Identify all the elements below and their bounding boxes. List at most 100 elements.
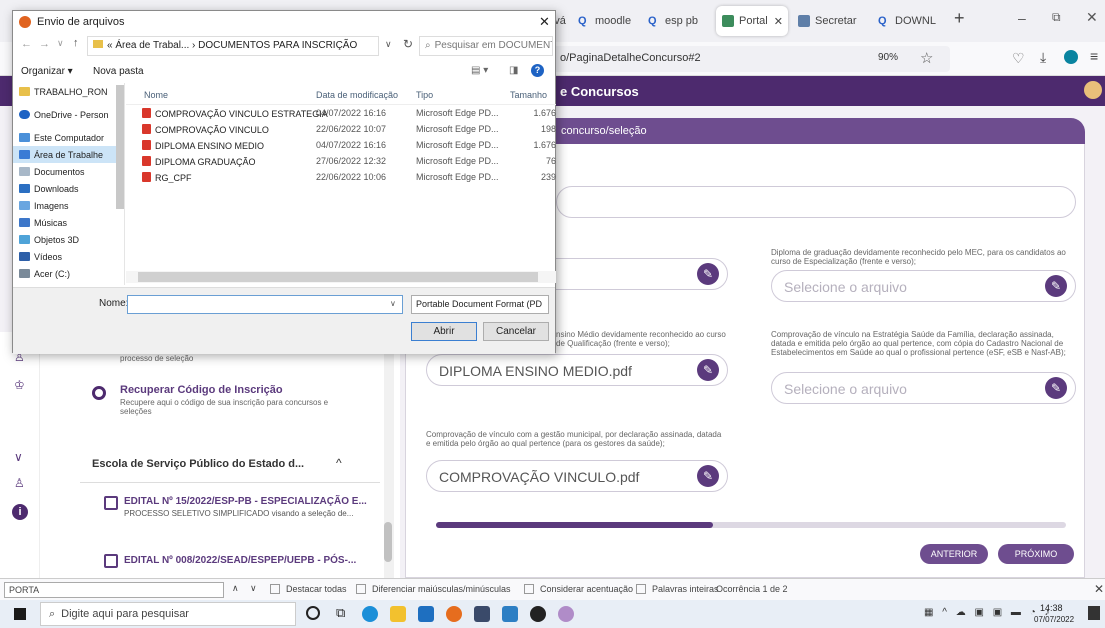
menu-icon[interactable]: ≡ [1090,48,1098,64]
horizontal-scrollbar[interactable] [126,271,556,283]
store-icon[interactable] [418,606,434,622]
app-icon[interactable] [474,606,490,622]
edital-2-title[interactable]: EDITAL Nº 008/2022/SEAD/ESPEP/UEPB - PÓS… [124,555,356,566]
chevron-down-icon[interactable]: ∨ [390,299,396,308]
column-name[interactable]: Nome [144,90,168,100]
bookmark-star-icon[interactable]: ☆ [920,49,933,67]
dialog-close-icon[interactable]: ✕ [539,14,550,30]
match-accents-checkbox[interactable] [524,584,534,594]
tree-item-music[interactable]: Músicas [13,214,124,231]
preview-pane-icon[interactable]: ◨ [509,65,518,76]
find-next-icon[interactable]: ∨ [250,583,257,594]
tree-scrollbar-thumb[interactable] [116,85,124,209]
new-folder-button[interactable]: Nova pasta [93,66,144,77]
next-button[interactable]: PRÓXIMO [998,544,1074,564]
firefox-icon[interactable] [446,606,462,622]
cancel-button[interactable]: Cancelar [483,322,549,341]
pocket-icon[interactable]: ♡ [1012,50,1025,67]
organize-menu[interactable]: Organizar ▾ [21,66,73,77]
column-date[interactable]: Data de modificação [316,90,398,100]
upload-field-graduacao[interactable]: Selecione o arquivo ✎ [771,270,1076,302]
edge-icon[interactable] [362,606,378,622]
match-accents-label[interactable]: Considerar acentuação [540,584,633,594]
paperclip-icon[interactable]: ✎ [1045,275,1067,297]
tree-item-desktop[interactable]: Área de Trabalhe [13,146,124,163]
upload-field-ensino-medio[interactable]: DIPLOMA ENSINO MEDIO.pdf ✎ [426,354,728,386]
match-case-checkbox[interactable] [356,584,366,594]
file-row[interactable]: RG_CPF 22/06/2022 10:06 Microsoft Edge P… [126,169,556,185]
filename-input[interactable]: ∨ [127,295,403,314]
account-icon[interactable] [1064,50,1078,64]
chevron-down-icon[interactable]: ∨ [14,450,23,464]
find-previous-icon[interactable]: ∧ [232,583,239,594]
paperclip-icon[interactable]: ✎ [697,465,719,487]
chevron-down-icon[interactable]: ∨ [385,39,392,50]
cortana-icon[interactable] [306,606,320,620]
whole-words-label[interactable]: Palavras inteiras [652,584,719,594]
minimize-icon[interactable]: – [1018,10,1026,26]
chrome-icon[interactable] [530,606,546,622]
tree-item-trabalho[interactable]: TRABALHO_RON [13,83,124,100]
close-find-icon[interactable]: ✕ [1094,582,1104,596]
chevron-down-icon[interactable]: ∨ [57,38,64,49]
new-tab-icon[interactable]: + [954,8,965,29]
close-window-icon[interactable]: ✕ [1086,9,1098,26]
chevron-up-icon[interactable]: ^ [336,456,342,470]
clock-date[interactable]: 07/07/2022 [1034,615,1074,624]
highlight-all-label[interactable]: Destacar todas [286,584,347,594]
restore-icon[interactable]: ⧉ [1052,10,1061,25]
tab-esp-pb[interactable]: Qesp pb [642,6,712,36]
close-tab-icon[interactable]: ✕ [774,15,783,28]
tab-secretaria[interactable]: Secretar [792,6,868,36]
scrollbar-thumb[interactable] [384,522,392,562]
find-input[interactable]: PORTA [4,582,224,598]
forward-arrow-icon[interactable]: → [39,38,50,50]
recover-title[interactable]: Recuperar Código de Inscrição [120,384,283,396]
paperclip-icon[interactable]: ✎ [697,359,719,381]
downloads-icon[interactable]: ⤓ [1040,49,1046,66]
info-icon[interactable]: i [12,504,28,520]
upload-field-gestao[interactable]: COMPROVAÇÃO VINCULO.pdf ✎ [426,460,728,492]
task-view-icon[interactable]: ⧉ [336,605,345,621]
highlight-all-checkbox[interactable] [270,584,280,594]
user-avatar[interactable] [1084,81,1102,99]
tab-portal[interactable]: Portal ✕ [716,6,788,36]
help-icon[interactable]: ? [531,64,544,77]
scrollbar-thumb[interactable] [138,272,538,282]
tree-item-onedrive[interactable]: OneDrive - Person [13,106,124,123]
tree-item-drive-c[interactable]: Acer (C:) [13,265,124,282]
tree-item-documents[interactable]: Documentos [13,163,124,180]
back-arrow-icon[interactable]: ← [21,38,32,50]
windows-start-icon[interactable] [14,608,26,620]
column-type[interactable]: Tipo [416,90,433,100]
upload-field-estrategia[interactable]: Selecione o arquivo ✎ [771,372,1076,404]
edital-1-title[interactable]: EDITAL Nº 15/2022/ESP-PB - ESPECIALIZAÇÃ… [124,496,367,507]
tree-item-computer[interactable]: Este Computador [13,129,124,146]
file-explorer-icon[interactable] [390,606,406,622]
award-icon[interactable]: ♔ [14,378,25,392]
open-button[interactable]: Abrir [411,322,477,341]
paperclip-icon[interactable]: ✎ [1045,377,1067,399]
zoom-level[interactable]: 90% [878,52,898,63]
tree-item-videos[interactable]: Vídeos [13,248,124,265]
column-size[interactable]: Tamanho [510,90,556,100]
view-options-icon[interactable]: ▤ ▾ [471,65,488,76]
top-field[interactable] [556,186,1076,218]
app-icon[interactable] [558,606,574,622]
tree-item-images[interactable]: Imagens [13,197,124,214]
tab-moodle[interactable]: Qmoodle [572,6,640,36]
whole-words-checkbox[interactable] [636,584,646,594]
tree-item-downloads[interactable]: Downloads [13,180,124,197]
school-title[interactable]: Escola de Serviço Público do Estado d... [92,458,304,470]
file-row[interactable]: COMPROVAÇÃO VINCULO ESTRATEGIA 04/07/202… [126,105,556,121]
match-case-label[interactable]: Diferenciar maiúsculas/minúsculas [372,584,511,594]
file-row[interactable]: COMPROVAÇÃO VINCULO 22/06/2022 10:07 Mic… [126,121,556,137]
paperclip-icon[interactable]: ✎ [697,263,719,285]
file-row[interactable]: DIPLOMA ENSINO MEDIO 04/07/2022 16:16 Mi… [126,137,556,153]
search-input[interactable]: ⌕Pesquisar em DOCUMENTOS... [419,36,553,56]
app-icon[interactable] [502,606,518,622]
clock-time[interactable]: 14:38 [1040,603,1063,613]
tab-download[interactable]: Q DOWNL [872,6,946,36]
previous-button[interactable]: ANTERIOR [920,544,988,564]
file-type-select[interactable]: Portable Document Format (PD [411,295,549,314]
